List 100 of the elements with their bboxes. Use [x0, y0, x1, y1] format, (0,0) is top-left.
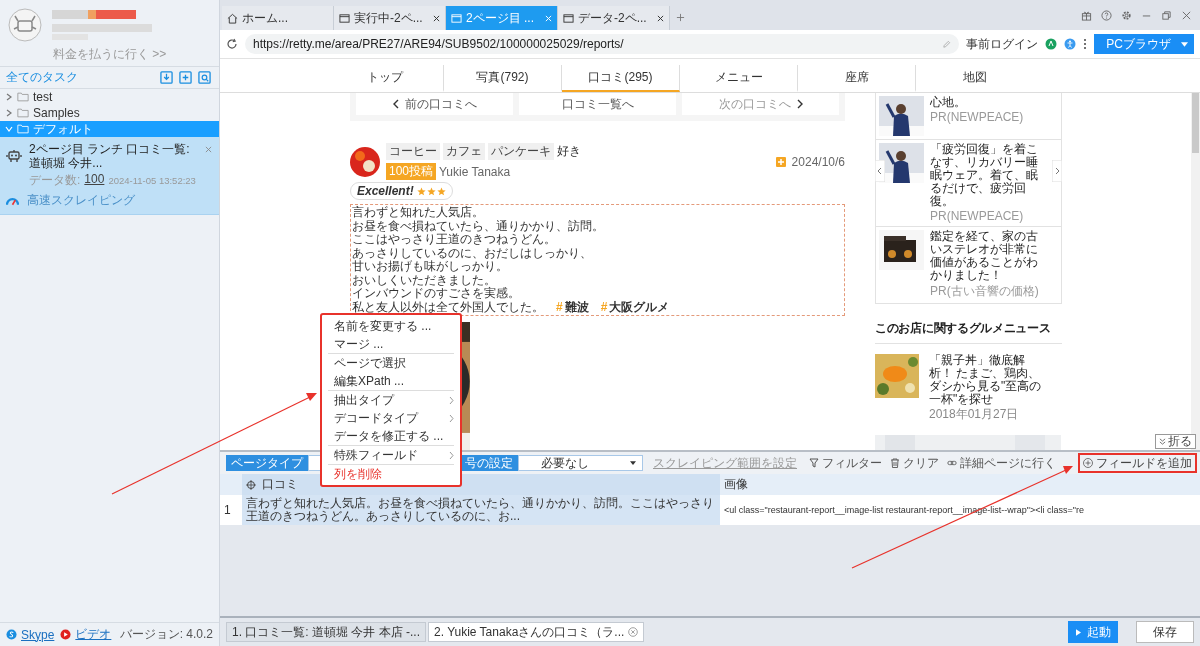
chevron-right-icon: [449, 450, 454, 460]
window-icon: [451, 12, 462, 24]
close-icon[interactable]: [433, 14, 440, 22]
column-header[interactable]: 画像: [720, 474, 1200, 495]
ad-source: PR(NEWPEACE): [930, 209, 1025, 223]
review-list-link[interactable]: 口コミ一覧へ: [519, 93, 676, 115]
plus-circle-icon: [1083, 458, 1093, 468]
news-item[interactable]: 「親子丼」徹底解析！ たまご、鶏肉、ダシから見る"至高の一杯"を探せ 2018年01月27日: [875, 354, 1062, 423]
site-nav-tab[interactable]: メニュー: [680, 65, 798, 92]
add-field-button[interactable]: フィールドを追加: [1078, 453, 1197, 473]
site-nav-tab[interactable]: 写真(792): [444, 65, 562, 92]
user-name[interactable]: Yukie Tanaka: [439, 164, 511, 179]
new-tab-icon[interactable]: [676, 13, 685, 22]
add-task-icon[interactable]: [179, 71, 192, 84]
likes-label: 好き: [557, 143, 581, 160]
caret-icon: [630, 461, 636, 465]
toolbar-button[interactable]: 詳細ページに行く: [947, 454, 1056, 472]
window-icon: [563, 12, 574, 24]
menu-item[interactable]: 編集XPath ...: [328, 372, 454, 390]
ad-title: 「疲労回復」を着こなす、リカバリー睡眠ウェア。着て、眠るだけで、疲労回復。: [930, 143, 1039, 208]
extension-icon[interactable]: [1045, 38, 1058, 50]
video-link[interactable]: ビデオ: [75, 626, 112, 643]
scrollbar[interactable]: [1191, 93, 1200, 450]
setting-select[interactable]: 必要なし: [518, 455, 643, 471]
interest-tag: コーヒー: [386, 143, 440, 160]
browser-tab[interactable]: ホーム...: [222, 6, 334, 30]
browser-tab[interactable]: データ-2ペ...: [558, 6, 670, 30]
folder-item[interactable]: Samples: [0, 105, 219, 121]
restore-icon[interactable]: [1161, 9, 1172, 21]
browser-tab[interactable]: 実行中-2ペ...: [334, 6, 446, 30]
hashtag-link[interactable]: # 難波: [556, 300, 589, 314]
filter-icon: [809, 458, 819, 468]
ad-card[interactable]: 心地。 PR(NEWPEACE): [875, 93, 1062, 140]
menu-item[interactable]: 名前を変更する ...: [328, 317, 454, 335]
folder-item[interactable]: test: [0, 89, 219, 105]
data-count-label: データ数:: [29, 172, 81, 189]
chevron-icon[interactable]: [5, 109, 13, 117]
review-line: あっさりしているのに、おだしはしっかり、: [352, 246, 593, 260]
task-card[interactable]: 2ページ目 ランチ 口コミ一覧: 道頓堀 今井... データ数: 100 2024-11-05 13:52:23 高速スクレイピング: [0, 137, 219, 215]
chevron-right-icon[interactable]: [1052, 160, 1062, 182]
review-line: おいしくいただきました。: [352, 273, 496, 287]
link-icon: [947, 458, 957, 468]
menu-item[interactable]: 抽出タイプ: [328, 391, 454, 409]
close-icon[interactable]: [657, 14, 664, 22]
ad-source: PR(古い音響の価格): [930, 283, 1040, 300]
chevron-icon[interactable]: [5, 93, 13, 101]
video-icon[interactable]: [60, 629, 72, 640]
more-icon[interactable]: [1083, 38, 1088, 50]
review-line: インバウンドのすごさを実感。: [352, 287, 521, 301]
folder-icon: [17, 108, 29, 118]
accessibility-icon[interactable]: [1064, 38, 1077, 50]
skype-icon[interactable]: [6, 629, 17, 640]
double-chevron-icon: [1159, 438, 1166, 445]
caret-icon[interactable]: [1181, 41, 1188, 47]
review-date: 2024/10/6: [791, 154, 845, 169]
import-icon[interactable]: [160, 71, 173, 84]
page-tab[interactable]: 2. Yukie Tanakaさんの口コミ（ラ...: [428, 622, 645, 642]
toolbar-button[interactable]: クリア: [890, 454, 939, 472]
address-field[interactable]: https://retty.me/area/PRE27/ARE94/SUB9502/100000025029/reports/: [245, 34, 960, 54]
news-heading: このお店に関するグルメニュース: [875, 320, 1062, 344]
chevron-right-icon: [796, 99, 803, 109]
review-line: ここはやっさり王道のきつねうどん。: [352, 233, 557, 247]
menu-item[interactable]: マージ ...: [328, 335, 454, 353]
crosshair-icon[interactable]: [246, 479, 256, 490]
save-button[interactable]: 保存: [1136, 621, 1194, 643]
help-icon[interactable]: [1101, 9, 1112, 21]
menu-item[interactable]: データを修正する ...: [328, 427, 454, 445]
chevron-left-icon[interactable]: [875, 160, 885, 182]
previous-review-link[interactable]: 前の口コミへ: [356, 93, 513, 115]
site-nav-tab[interactable]: 地図: [916, 65, 1034, 92]
menu-item[interactable]: 特殊フィールド: [328, 446, 454, 464]
star-icon: [436, 186, 446, 196]
menu-item[interactable]: デコードタイプ: [328, 409, 454, 427]
trash-icon: [890, 458, 900, 468]
menu-item[interactable]: ページで選択: [328, 354, 454, 372]
gift-icon[interactable]: [1081, 9, 1092, 21]
data-count-link[interactable]: 100: [84, 172, 105, 189]
skype-link[interactable]: Skype: [21, 627, 55, 642]
site-nav-tab[interactable]: トップ: [326, 65, 444, 92]
toolbar-button[interactable]: フィルター: [809, 454, 882, 472]
post-count-badge: 100投稿: [386, 163, 437, 180]
page-type-label: ページタイプ: [226, 455, 308, 471]
site-nav-tab[interactable]: 座席: [798, 65, 916, 92]
interest-tag: パンケーキ: [488, 143, 554, 160]
window-icon: [339, 12, 350, 24]
ad-source: PR(NEWPEACE): [930, 110, 1024, 124]
pre-login-link[interactable]: 事前ログイン: [966, 35, 1039, 53]
hashtag-link[interactable]: # 大阪グルメ: [600, 300, 670, 314]
review-line: 言わずと知れた人気店。: [352, 206, 485, 220]
settings-icon[interactable]: [1121, 9, 1132, 21]
table-cell[interactable]: 言わずと知れた人気店。お昼を食べ損ねていたら、通りかかり、訪問。ここはやっさり王道のきつねうどん。あっさりしているのに、お...: [242, 495, 720, 525]
search-task-icon[interactable]: [198, 71, 211, 84]
page-tab[interactable]: 1. 口コミ一覧: 道頓堀 今井 本店 -...: [226, 622, 426, 642]
reload-icon[interactable]: [226, 38, 238, 50]
scraping-mode: 高速スクレイピング: [27, 192, 135, 209]
collapse-button[interactable]: 折る: [1155, 434, 1196, 449]
ad-card[interactable]: 鑑定を経て、家の古いステレオが非常に価値があることがわかりました！ PR(古い音響の価格): [875, 227, 1062, 304]
folder-icon: [17, 92, 29, 102]
ad-card[interactable]: 「疲労回復」を着こなす、リカバリー睡眠ウェア。着て、眠るだけで、疲労回復。 PR(NEWPEACE): [875, 140, 1062, 227]
news-date: 2018年01月27日: [929, 406, 1020, 423]
